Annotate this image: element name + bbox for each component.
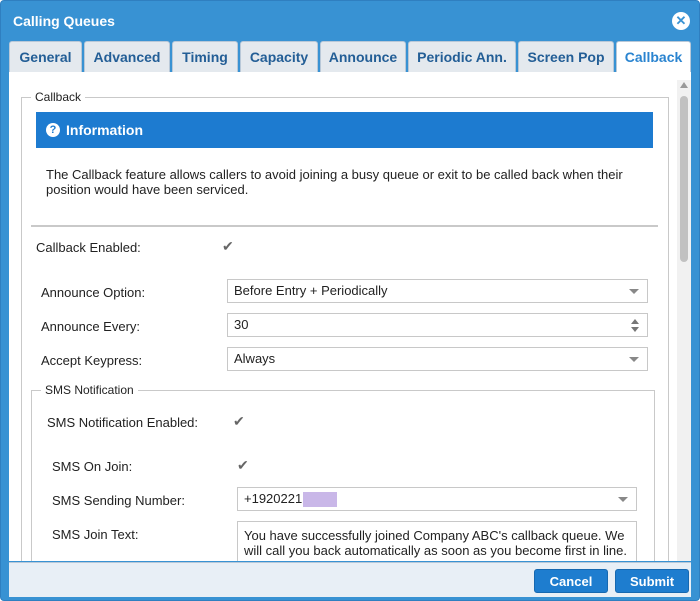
sms-sending-number-label: SMS Sending Number: <box>52 493 185 508</box>
tab-advanced[interactable]: Advanced <box>84 41 170 72</box>
callback-enabled-label: Callback Enabled: <box>36 240 141 255</box>
tab-capacity[interactable]: Capacity <box>240 41 318 72</box>
dialog-title: Calling Queues <box>13 13 115 29</box>
information-text: The Callback feature allows callers to a… <box>46 167 623 197</box>
scrollbar-thumb[interactable] <box>680 96 688 262</box>
chevron-down-icon[interactable] <box>618 497 628 502</box>
dialog-footer: Cancel Submit <box>9 562 691 597</box>
sms-notification-enabled-label: SMS Notification Enabled: <box>47 415 199 430</box>
cancel-button[interactable]: Cancel <box>534 569 608 593</box>
tab-content-callback: Callback ? Information The Callback feat… <box>9 72 691 561</box>
announce-every-label: Announce Every: <box>41 319 141 334</box>
chevron-down-icon[interactable] <box>629 357 639 362</box>
accept-keypress-label: Accept Keypress: <box>41 353 143 368</box>
close-icon[interactable]: ✕ <box>672 12 690 30</box>
sms-notification-enabled-checkbox[interactable]: ✔ <box>233 413 245 430</box>
spinner-arrows-icon[interactable] <box>631 319 641 333</box>
sms-sending-number-select[interactable]: +1920221 <box>237 487 637 511</box>
information-title: Information <box>66 122 143 138</box>
sms-sending-number-value: +1920221 <box>244 491 303 506</box>
vertical-scrollbar[interactable] <box>677 80 691 561</box>
dialog-titlebar: Calling Queues ✕ <box>1 1 699 41</box>
information-header: ? Information <box>36 112 653 148</box>
announce-option-label: Announce Option: <box>41 285 146 300</box>
submit-button[interactable]: Submit <box>615 569 689 593</box>
tab-periodic-ann[interactable]: Periodic Ann. <box>408 41 516 72</box>
sms-on-join-checkbox[interactable]: ✔ <box>237 457 249 474</box>
sms-join-text-textarea[interactable]: You have successfully joined Company ABC… <box>237 521 637 561</box>
announce-option-select[interactable]: Before Entry + Periodically <box>227 279 648 303</box>
chevron-down-icon[interactable] <box>629 289 639 294</box>
question-icon: ? <box>46 123 60 137</box>
sms-notification-legend: SMS Notification <box>41 383 138 397</box>
accept-keypress-select[interactable]: Always <box>227 347 648 371</box>
tab-announce[interactable]: Announce <box>320 41 406 72</box>
tab-callback[interactable]: Callback <box>616 41 691 73</box>
tab-timing[interactable]: Timing <box>172 41 238 72</box>
tab-general[interactable]: General <box>9 41 82 72</box>
section-divider <box>31 225 658 227</box>
callback-enabled-checkbox[interactable]: ✔ <box>222 238 234 255</box>
redacted-block <box>303 492 338 508</box>
sms-on-join-label: SMS On Join: <box>52 459 133 474</box>
announce-every-value: 30 <box>234 317 249 332</box>
announce-every-stepper[interactable]: 30 <box>227 313 648 337</box>
sms-join-text-label: SMS Join Text: <box>52 527 139 542</box>
scroll-up-arrow-icon[interactable] <box>680 82 688 88</box>
accept-keypress-value: Always <box>234 351 276 366</box>
announce-option-value: Before Entry + Periodically <box>234 283 388 298</box>
tab-screen-pop[interactable]: Screen Pop <box>518 41 614 72</box>
callback-legend: Callback <box>31 90 86 104</box>
calling-queues-dialog: Calling Queues ✕ General Advanced Timing… <box>0 0 700 601</box>
